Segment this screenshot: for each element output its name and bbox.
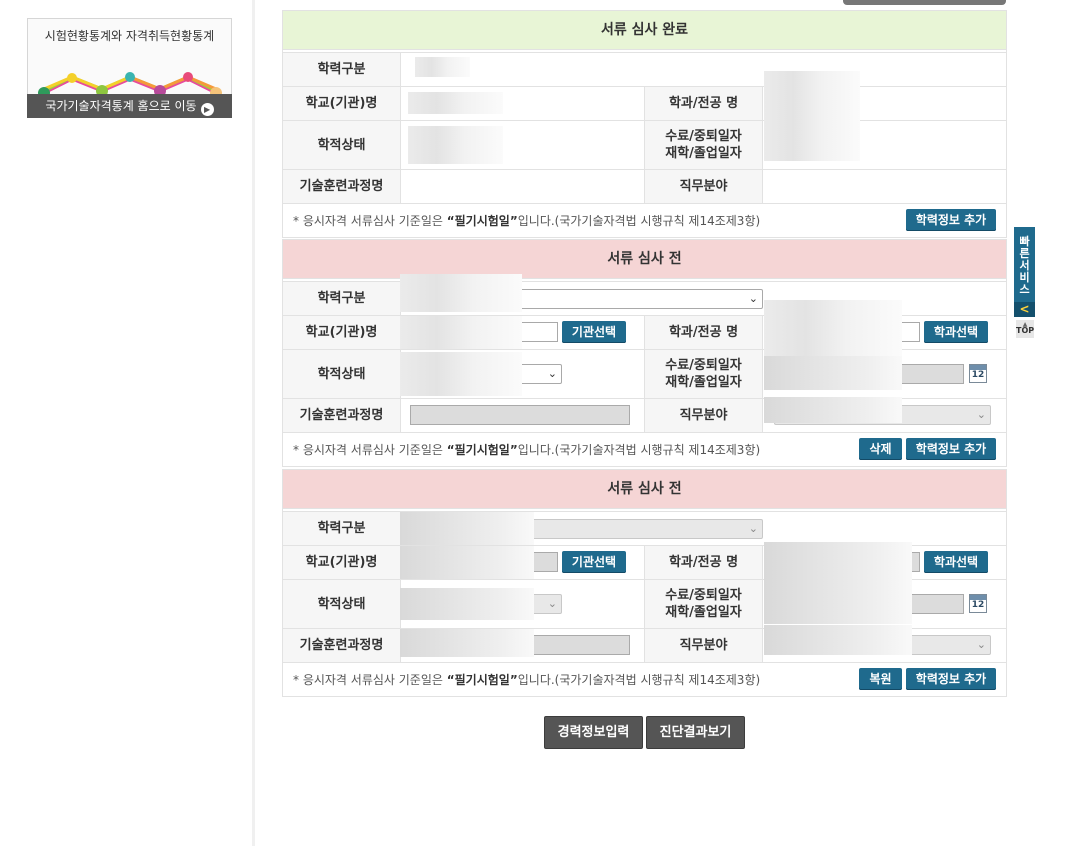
delete-button[interactable]: 삭제 <box>859 438 902 460</box>
redacted-value <box>764 397 902 423</box>
training-course-input[interactable] <box>410 405 630 425</box>
redacted-value <box>408 92 503 114</box>
criteria-note: * 응시자격 서류심사 기준일은 “필기시험일”입니다.(국가기술자격법 시행규… <box>283 204 1006 237</box>
label-training-course: 기술훈련과정명 <box>283 629 401 662</box>
calendar-icon[interactable]: 12 <box>969 364 987 383</box>
criteria-note: * 응시자격 서류심사 기준일은 “필기시험일”입니다.(국가기술자격법 시행규… <box>283 663 1006 696</box>
label-training-course: 기술훈련과정명 <box>283 170 401 203</box>
label-school-name: 학교(기관)명 <box>283 546 401 579</box>
redacted-value <box>764 127 860 161</box>
label-dates: 수료/중퇴일자 재학/졸업일자 <box>644 580 763 628</box>
label-school-name: 학교(기관)명 <box>283 87 401 120</box>
label-dates: 수료/중퇴일자 재학/졸업일자 <box>644 121 763 169</box>
label-status: 학적상태 <box>283 580 401 628</box>
label-school-name: 학교(기관)명 <box>283 316 401 349</box>
label-major: 학과/전공 명 <box>644 316 763 349</box>
section-review-done: 서류 심사 완료 학력구분 학교(기관)명 학과/전공 명 학적상태 수료/중퇴… <box>282 10 1007 238</box>
redacted-value <box>400 546 534 579</box>
redacted-value <box>408 126 503 164</box>
label-status: 학적상태 <box>283 121 401 169</box>
label-job-field: 직무분야 <box>644 399 763 432</box>
section-title: 서류 심사 완료 <box>283 11 1006 50</box>
label-job-field: 직무분야 <box>644 170 763 203</box>
add-education-button[interactable]: 학력정보 추가 <box>906 438 996 460</box>
redacted-value <box>764 625 912 655</box>
quick-service-label: 빠른서비스 <box>1019 235 1030 296</box>
label-dates: 수료/중퇴일자 재학/졸업일자 <box>644 350 763 398</box>
section-review-pending-1: 서류 심사 전 학력구분 ⌄ 학교(기관)명 기관선택 학과/전공 명 학과선택… <box>282 239 1007 467</box>
select-org-button[interactable]: 기관선택 <box>562 551 626 573</box>
add-education-button[interactable]: 학력정보 추가 <box>906 209 996 231</box>
select-org-button[interactable]: 기관선택 <box>562 321 626 343</box>
redacted-value <box>400 352 522 396</box>
play-circle-icon: ▶ <box>200 103 214 116</box>
stats-promo-banner[interactable]: 시험현황통계와 자격취득현황통계 국가기술자격통계 홈으로 이동 ▶ <box>27 18 232 118</box>
scroll-top-button[interactable]: TOP <box>1016 314 1034 338</box>
label-edu-category: 학력구분 <box>283 53 401 86</box>
add-education-button[interactable]: 학력정보 추가 <box>906 668 996 690</box>
promo-title: 시험현황통계와 자격취득현황통계 <box>44 29 215 43</box>
label-edu-category: 학력구분 <box>283 512 401 545</box>
redacted-value <box>415 57 470 77</box>
redacted-value <box>764 356 902 390</box>
criteria-note: * 응시자격 서류심사 기준일은 “필기시험일”입니다.(국가기술자격법 시행규… <box>283 433 1006 466</box>
calendar-icon[interactable]: 12 <box>969 594 987 613</box>
redacted-value <box>400 629 534 657</box>
label-major: 학과/전공 명 <box>644 546 763 579</box>
redacted-value <box>400 274 522 312</box>
top-tab-button[interactable] <box>843 0 1006 5</box>
section-title: 서류 심사 전 <box>283 470 1006 509</box>
section-title: 서류 심사 전 <box>283 240 1006 279</box>
label-major: 학과/전공 명 <box>644 87 763 120</box>
view-diagnosis-button[interactable]: 진단결과보기 <box>646 716 745 749</box>
label-edu-category: 학력구분 <box>283 282 401 315</box>
promo-link-label: 국가기술자격통계 홈으로 이동 <box>45 99 197 113</box>
redacted-value <box>764 584 912 624</box>
select-major-button[interactable]: 학과선택 <box>924 551 988 573</box>
restore-button[interactable]: 복원 <box>859 668 902 690</box>
label-status: 학적상태 <box>283 350 401 398</box>
label-training-course: 기술훈련과정명 <box>283 399 401 432</box>
redacted-value <box>400 316 522 349</box>
select-major-button[interactable]: 학과선택 <box>924 321 988 343</box>
redacted-value <box>400 512 534 545</box>
redacted-value <box>400 588 534 620</box>
label-job-field: 직무분야 <box>644 629 763 662</box>
stats-home-link[interactable]: 국가기술자격통계 홈으로 이동 ▶ <box>27 94 232 118</box>
career-input-button[interactable]: 경력정보입력 <box>544 716 643 749</box>
content-divider <box>252 0 255 846</box>
section-review-pending-2: 서류 심사 전 학력구분 ⌄ 학교(기관)명 기관선택 학과/전공 명 학과선택… <box>282 469 1007 697</box>
